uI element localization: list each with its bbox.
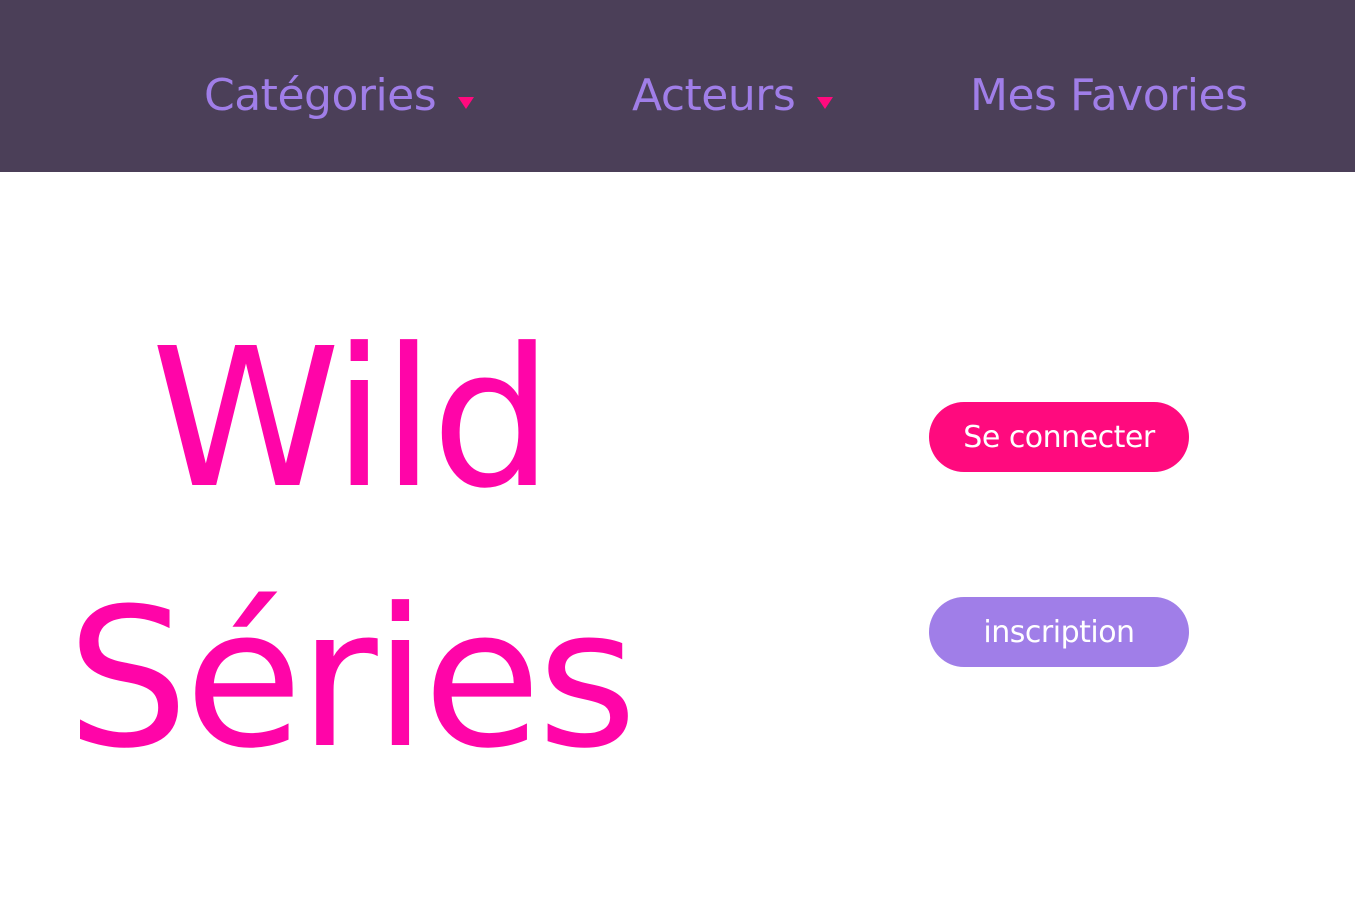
nav-favorites-link[interactable]: Mes Favories bbox=[970, 68, 1248, 124]
nav-favorites-label: Mes Favories bbox=[970, 70, 1248, 121]
caret-down-icon bbox=[458, 97, 475, 109]
nav-categories-dropdown[interactable]: Catégories bbox=[204, 68, 475, 124]
nav-categories-label: Catégories bbox=[204, 70, 437, 121]
signup-button[interactable]: inscription bbox=[929, 597, 1189, 667]
nav-actors-dropdown[interactable]: Acteurs bbox=[632, 68, 834, 124]
logo-line-series: Séries bbox=[66, 568, 637, 791]
site-logo-title: Wild Séries bbox=[60, 290, 640, 810]
login-button[interactable]: Se connecter bbox=[929, 402, 1189, 472]
nav-actors-label: Acteurs bbox=[632, 70, 796, 121]
caret-down-icon bbox=[817, 97, 834, 109]
top-navigation-bar: Catégories Acteurs Mes Favories bbox=[0, 0, 1355, 172]
logo-line-wild: Wild bbox=[150, 308, 553, 531]
